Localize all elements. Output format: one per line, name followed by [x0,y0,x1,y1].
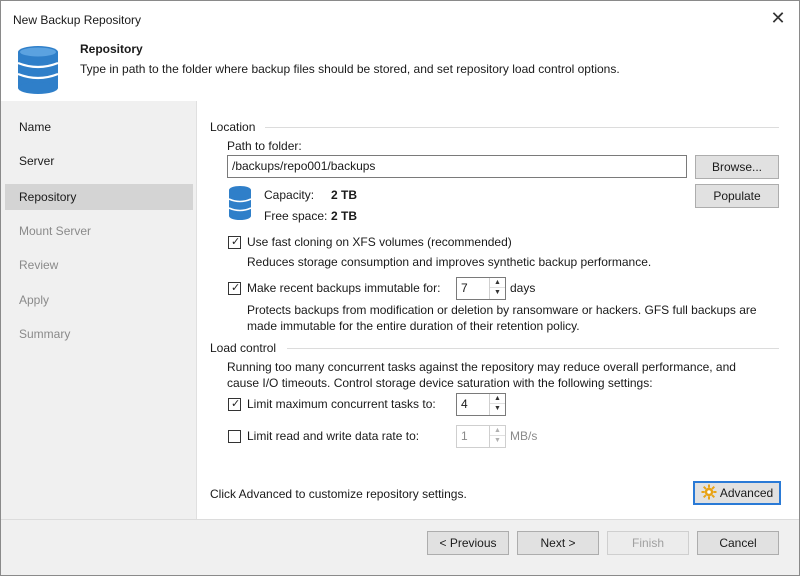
cancel-button[interactable]: Cancel [697,531,779,555]
page-description: Type in path to the folder where backup … [80,62,620,76]
stepper-arrows: ▲ ▼ [489,394,505,415]
advanced-hint: Click Advanced to customize repository s… [210,487,467,501]
checkmark-icon: ✓ [231,398,241,410]
limit-rate-label[interactable]: Limit read and write data rate to: [247,429,419,443]
nav-item-apply[interactable]: Apply [5,287,193,313]
fast-cloning-description: Reduces storage consumption and improves… [247,255,652,269]
section-divider [265,127,779,128]
title-bar: New Backup Repository ✕ [1,1,799,35]
immutable-label[interactable]: Make recent backups immutable for: [247,281,440,295]
advanced-button-label: Advanced [719,486,774,500]
location-section-title: Location [210,120,256,134]
nav-item-review[interactable]: Review [5,252,193,278]
limit-tasks-checkbox[interactable]: ✓ [228,398,241,411]
nav-item-server[interactable]: Server [5,148,193,174]
nav-item-summary[interactable]: Summary [5,321,193,347]
limit-tasks-label[interactable]: Limit maximum concurrent tasks to: [247,397,436,411]
fast-cloning-label[interactable]: Use fast cloning on XFS volumes (recomme… [247,235,512,249]
checkmark-icon: ✓ [231,282,241,294]
immutable-days-value[interactable]: 7 [461,278,468,299]
repository-settings-panel: Location Path to folder: /backups/repo00… [197,101,799,519]
section-divider [287,348,779,349]
stepper-arrows: ▲ ▼ [489,278,505,299]
stepper-arrows: ▲ ▼ [489,426,505,447]
decrement-arrow-icon[interactable]: ▼ [490,288,505,298]
load-control-section-title: Load control [210,341,277,355]
advanced-button[interactable]: Advanced [693,481,781,505]
increment-arrow-icon[interactable]: ▲ [490,426,505,436]
nav-item-repository[interactable]: Repository [5,184,193,210]
next-button[interactable]: Next > [517,531,599,555]
path-input[interactable]: /backups/repo001/backups [227,155,687,178]
load-control-description-line2: cause I/O timeouts. Control storage devi… [227,376,653,390]
database-icon [17,46,59,94]
immutable-unit: days [510,281,536,295]
finish-button[interactable]: Finish [607,531,689,555]
decrement-arrow-icon[interactable]: ▼ [490,404,505,414]
capacity-label: Capacity: [264,188,315,202]
wizard-header: Repository Type in path to the folder wh… [1,35,799,101]
browse-button[interactable]: Browse... [695,155,779,179]
increment-arrow-icon[interactable]: ▲ [490,394,505,404]
immutable-days-stepper[interactable]: 7 ▲ ▼ [456,277,506,300]
free-space-value: 2 TB [331,209,358,223]
path-label: Path to folder: [227,139,302,153]
limit-rate-value[interactable]: 1 [461,426,468,447]
decrement-arrow-icon[interactable]: ▼ [490,436,505,446]
new-backup-repository-dialog: New Backup Repository ✕ Repository Type … [0,0,800,576]
limit-rate-unit: MB/s [510,429,538,443]
immutable-description-line1: Protects backups from modification or de… [247,303,757,317]
free-space-label: Free space: [264,209,328,223]
window-title: New Backup Repository [13,13,142,27]
immutable-checkbox[interactable]: ✓ [228,282,241,295]
limit-tasks-value[interactable]: 4 [461,394,468,415]
close-icon[interactable]: ✕ [767,7,789,29]
limit-rate-checkbox[interactable] [228,430,241,443]
page-title: Repository [80,42,143,56]
gear-icon [701,484,717,500]
previous-button[interactable]: < Previous [427,531,509,555]
wizard-steps-nav: Name Server Repository Mount Server Revi… [1,101,197,519]
nav-item-mount-server[interactable]: Mount Server [5,218,193,244]
wizard-footer: < Previous Next > Finish Cancel [1,519,799,575]
limit-rate-stepper[interactable]: 1 ▲ ▼ [456,425,506,448]
nav-item-name[interactable]: Name [5,114,193,140]
capacity-value: 2 TB [331,188,358,202]
storage-icon [228,186,252,220]
increment-arrow-icon[interactable]: ▲ [490,278,505,288]
populate-button[interactable]: Populate [695,184,779,208]
immutable-description-line2: made immutable for the entire duration o… [247,319,580,333]
limit-tasks-stepper[interactable]: 4 ▲ ▼ [456,393,506,416]
load-control-description-line1: Running too many concurrent tasks agains… [227,360,736,374]
fast-cloning-checkbox[interactable]: ✓ [228,236,241,249]
checkmark-icon: ✓ [231,236,241,248]
